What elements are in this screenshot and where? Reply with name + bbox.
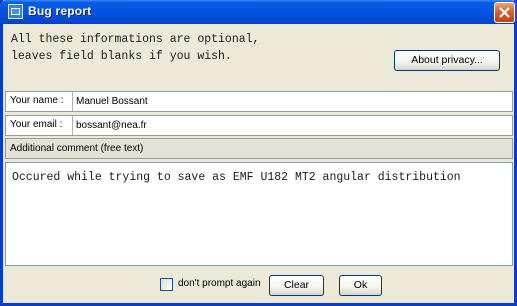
dont-prompt-checkbox[interactable] [160, 278, 173, 291]
app-icon [8, 4, 23, 19]
email-input[interactable] [76, 117, 506, 134]
window-title: Bug report [28, 4, 92, 18]
clear-label: Clear [283, 279, 310, 291]
email-label: Your email : [10, 119, 63, 130]
notice-line-2: leaves field blanks if you wish. [11, 50, 232, 63]
ok-label: Ok [353, 279, 368, 291]
name-row: Your name : [5, 91, 513, 112]
close-icon [499, 7, 510, 18]
name-label: Your name : [10, 95, 64, 106]
ok-button[interactable]: Ok [339, 275, 382, 296]
notice-line-1: All these informations are optional, [11, 33, 260, 46]
about-privacy-button[interactable]: About privacy... [394, 50, 500, 71]
name-input[interactable] [76, 93, 506, 110]
about-privacy-label: About privacy... [411, 54, 483, 66]
dont-prompt-label[interactable]: don't prompt again [178, 278, 261, 289]
comment-textarea[interactable]: Occured while trying to save as EMF U182… [5, 162, 513, 266]
name-separator [72, 92, 73, 111]
close-button[interactable] [494, 2, 515, 23]
clear-button[interactable]: Clear [269, 275, 324, 296]
comment-header: Additional comment (free text) [5, 138, 513, 159]
email-row: Your email : [5, 115, 513, 136]
bug-report-window: Bug report All these informations are op… [0, 0, 517, 306]
email-separator [72, 116, 73, 135]
title-bar[interactable]: Bug report [0, 0, 517, 24]
optional-notice: All these informations are optional, leav… [11, 31, 391, 65]
